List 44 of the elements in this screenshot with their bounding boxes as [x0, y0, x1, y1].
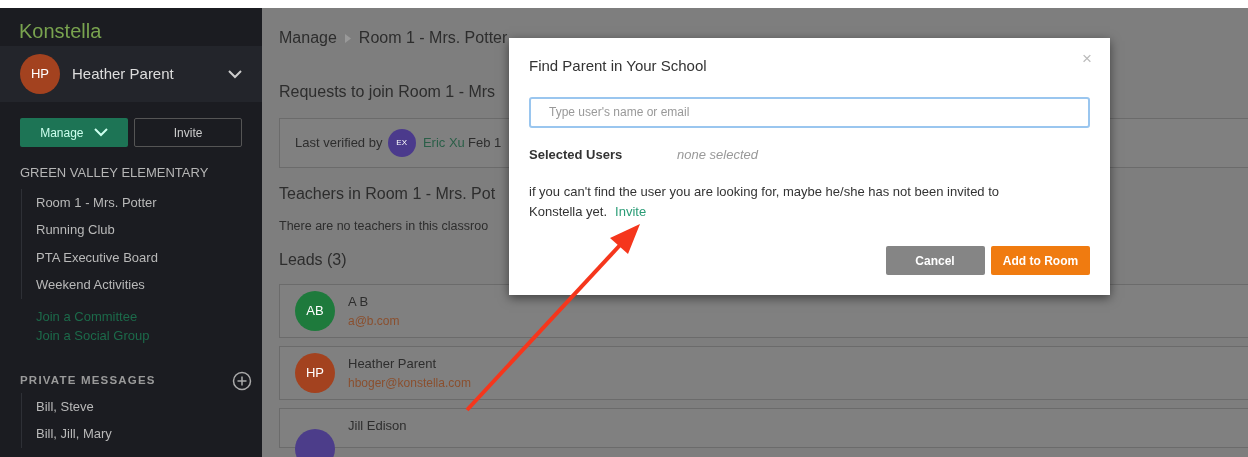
verified-date: Feb 1	[468, 134, 502, 153]
invite-link[interactable]: Invite	[615, 204, 647, 219]
avatar: AB	[295, 290, 335, 331]
cancel-button[interactable]: Cancel	[885, 246, 985, 275]
sidebar-item[interactable]: Weekend Activities	[36, 271, 262, 299]
section-heading: Leads (3)	[279, 249, 347, 270]
verified-label: Last verified by	[295, 134, 383, 153]
empty-message: There are no teachers in this classroo	[279, 218, 490, 235]
sidebar-item[interactable]: PTA Executive Board	[36, 243, 262, 271]
sidebar-item[interactable]: Bill, Steve	[36, 392, 262, 420]
section-heading: PRIVATE MESSAGES	[20, 372, 156, 388]
logo: Konstella	[18, 19, 103, 44]
section-heading: Requests to join Room 1 - Mrs	[279, 82, 496, 102]
field-label: Selected Users	[529, 145, 624, 164]
breadcrumb-item[interactable]: Manage	[279, 26, 337, 50]
sidebar-item[interactable]: Bill, Jill, Mary	[36, 420, 262, 448]
sidebar-link[interactable]: Join a Social Group	[36, 327, 150, 343]
member-name: Jill Edison	[348, 416, 407, 435]
chevron-down-icon	[93, 128, 108, 137]
avatar: EX	[387, 129, 416, 157]
section-heading: GREEN VALLEY ELEMENTARY	[19, 164, 210, 182]
avatar: HP	[20, 54, 60, 94]
help-text: if you can't find the user you are looking for, maybe he/she has not been invited to Konstella yet. Invite	[529, 183, 1001, 221]
member-email: a@b.com	[348, 312, 400, 330]
chevron-down-icon	[228, 69, 242, 79]
manage-dropdown[interactable]: Manage	[20, 118, 128, 147]
sidebar-link[interactable]: Join a Committee	[36, 308, 138, 324]
sidebar-item[interactable]: Running Club	[36, 216, 262, 244]
add-button[interactable]: Add to Room	[991, 246, 1090, 275]
avatar: HP	[295, 352, 335, 393]
user-name: Heather Parent	[72, 63, 175, 84]
section-heading: Teachers in Room 1 - Mrs. Pot	[279, 184, 496, 204]
member-email: hboger@konstella.com	[348, 374, 471, 392]
empty-value: none selected	[677, 145, 758, 164]
add-icon[interactable]	[232, 370, 252, 391]
invite-button[interactable]: Invite	[134, 118, 242, 147]
dialog-title: Find Parent in Your School	[529, 56, 707, 76]
user-menu[interactable]: HP Heather Parent	[0, 46, 262, 102]
sidebar-item[interactable]: Room 1 - Mrs. Potter	[36, 188, 262, 216]
search-field[interactable]: Type user's name or email	[529, 96, 1090, 128]
member-name: Heather Parent	[348, 355, 438, 373]
breadcrumb-item: Room 1 - Mrs. Potter	[358, 28, 508, 48]
member-name: A B	[348, 293, 370, 311]
caret-right-icon	[344, 33, 351, 43]
